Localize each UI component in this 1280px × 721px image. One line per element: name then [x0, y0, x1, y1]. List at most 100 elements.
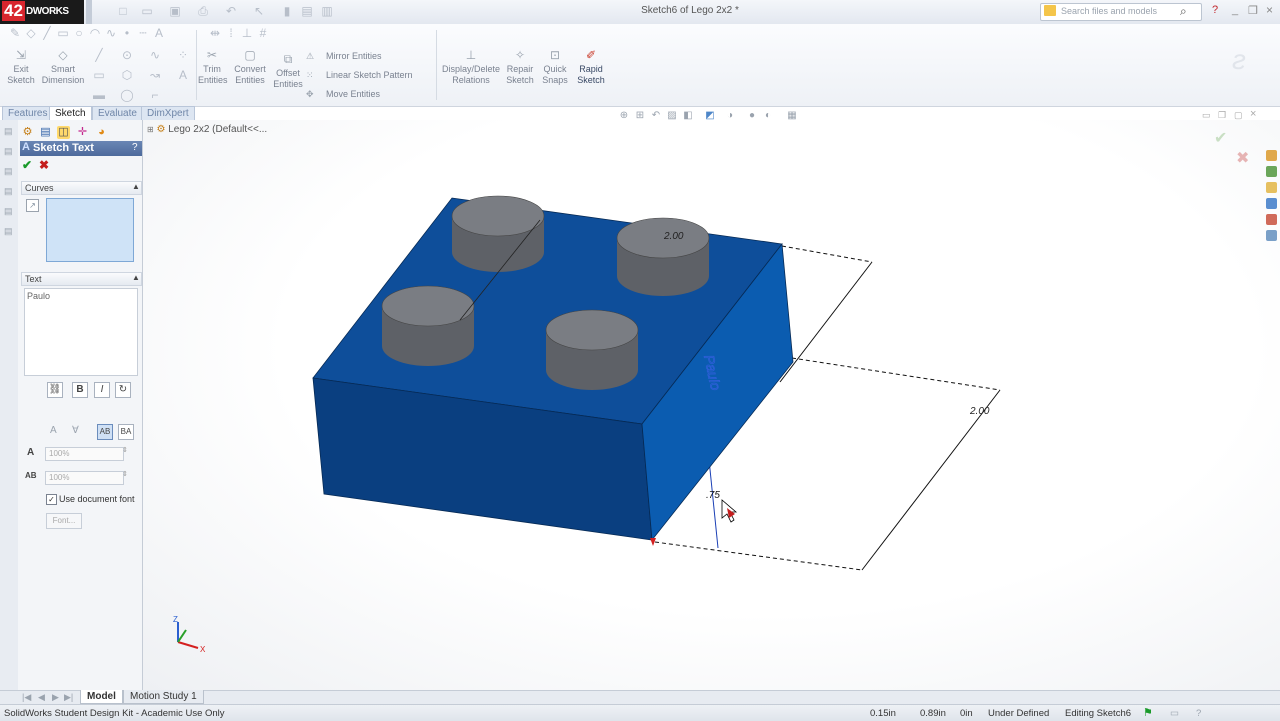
fillet-icon[interactable]: ⌐: [148, 88, 162, 102]
slot-icon[interactable]: ▬: [92, 88, 106, 102]
strip-icon[interactable]: ▤: [4, 226, 13, 237]
rebuild-icon[interactable]: ▮: [280, 4, 294, 18]
exit-sketch-button[interactable]: ⇲ Exit Sketch: [4, 48, 38, 86]
collapse-icon[interactable]: ▲: [132, 182, 140, 191]
convert-entities-button[interactable]: ▢ Convert Entities: [230, 48, 270, 86]
tab-evaluate[interactable]: Evaluate: [92, 106, 143, 120]
circle-icon[interactable]: ⊙: [120, 48, 134, 62]
search-icon[interactable]: ⌕: [1180, 4, 1187, 19]
polygon-icon[interactable]: ⬡: [120, 68, 134, 82]
undo-icon[interactable]: ↶: [224, 4, 238, 18]
strip-icon[interactable]: ▤: [4, 126, 13, 137]
save-icon[interactable]: ▣: [168, 4, 182, 18]
linear-sketch-pattern-button[interactable]: Linear Sketch Pattern: [326, 70, 413, 80]
curves-group-header[interactable]: Curves ▲: [21, 181, 142, 195]
width-factor-input[interactable]: 100%: [45, 447, 124, 461]
arc-small-icon[interactable]: ◠: [88, 26, 102, 40]
open-icon[interactable]: ▭: [140, 4, 154, 18]
text-small-icon[interactable]: A: [152, 26, 166, 40]
mirror-entities-button[interactable]: Mirror Entities: [326, 51, 382, 61]
tab-motion-study[interactable]: Motion Study 1: [123, 690, 204, 704]
text-input[interactable]: Paulo: [24, 288, 138, 376]
app-logo[interactable]: 42 DWORKS: [0, 0, 84, 24]
right-edge-dimension[interactable]: 2.00: [969, 406, 990, 417]
pattern-small-icon[interactable]: ⁞: [224, 26, 238, 40]
help-button[interactable]: ?: [132, 142, 138, 153]
sketch-icon[interactable]: ✎: [8, 26, 22, 40]
spline-icon[interactable]: ↝: [148, 68, 162, 82]
flip-vertical-icon[interactable]: ∀: [72, 425, 79, 436]
offset-entities-button[interactable]: ⧉ Offset Entities: [272, 52, 304, 90]
point-small-icon[interactable]: •: [120, 26, 134, 40]
new-icon[interactable]: □: [116, 4, 130, 18]
units-icon[interactable]: ▭: [1170, 708, 1179, 719]
rect-small-icon[interactable]: ▭: [56, 26, 70, 40]
feature-manager-tab-icon[interactable]: ⚙: [21, 126, 34, 139]
line-icon[interactable]: ╱: [92, 48, 106, 62]
search-input[interactable]: Search files and models: [1040, 3, 1202, 21]
text-icon[interactable]: A: [176, 68, 190, 82]
line-small-icon[interactable]: ╱: [40, 26, 54, 40]
strip-icon[interactable]: ▤: [4, 166, 13, 177]
grid-small-icon[interactable]: #: [256, 26, 270, 40]
ellipse-icon[interactable]: ◯: [120, 88, 134, 102]
status-help-icon[interactable]: ?: [1196, 708, 1201, 719]
centerline-small-icon[interactable]: ┄: [136, 26, 150, 40]
italic-icon[interactable]: I: [94, 382, 110, 398]
configuration-tab-icon[interactable]: ◫: [57, 126, 70, 139]
use-document-font-checkbox[interactable]: ✓: [46, 494, 57, 505]
flip-horizontal-icon[interactable]: AB: [97, 424, 113, 440]
text-group-header[interactable]: Text ▲: [21, 272, 142, 286]
restore-icon[interactable]: ❐: [1248, 4, 1258, 17]
mirror-text-icon[interactable]: BA: [118, 424, 134, 440]
bold-icon[interactable]: B: [72, 382, 88, 398]
options-icon[interactable]: ▥: [320, 4, 334, 18]
strip-icon[interactable]: ▤: [4, 206, 13, 217]
spacing-input[interactable]: 100%: [45, 471, 124, 485]
stud[interactable]: [545, 309, 639, 390]
dimxpert-tab-icon[interactable]: ✛: [76, 126, 89, 139]
property-manager-tab-icon[interactable]: ▤: [39, 126, 52, 139]
point-icon[interactable]: ⁘: [176, 48, 190, 62]
rotate-icon[interactable]: ↻: [115, 382, 131, 398]
repair-sketch-button[interactable]: ✧ Repair Sketch: [504, 48, 536, 86]
display-manager-tab-icon[interactable]: ◕: [95, 126, 108, 139]
curves-selection-box[interactable]: [46, 198, 134, 262]
print-icon[interactable]: ⎙: [196, 4, 210, 18]
mirror-small-icon[interactable]: ⇹: [208, 26, 222, 40]
select-icon[interactable]: ↖: [252, 4, 266, 18]
arc-icon[interactable]: ∿: [148, 48, 162, 62]
rebuild-status-icon[interactable]: ⚑: [1143, 706, 1153, 719]
relations-small-icon[interactable]: ⊥: [240, 26, 254, 40]
smart-dim-small-icon[interactable]: ◇: [24, 26, 38, 40]
minimize-icon[interactable]: _: [1232, 4, 1238, 16]
trim-entities-button[interactable]: ✂ Trim Entities: [198, 48, 228, 86]
strip-icon[interactable]: ▤: [4, 146, 13, 157]
sketch-line[interactable]: [861, 389, 1001, 571]
font-button[interactable]: Font...: [46, 513, 82, 529]
viewport-close-icon[interactable]: ×: [1250, 108, 1256, 120]
stud[interactable]: [381, 285, 475, 366]
tab-features[interactable]: Features: [2, 106, 54, 120]
prev-tab-icon[interactable]: ◀: [38, 692, 45, 703]
link-property-icon[interactable]: ⛓: [47, 382, 63, 398]
tab-sketch[interactable]: Sketch: [49, 106, 92, 120]
sketch-line[interactable]: [779, 261, 873, 383]
display-delete-relations-button[interactable]: ⊥ Display/Delete Relations: [440, 48, 502, 86]
rapid-sketch-button[interactable]: ✐ Rapid Sketch: [574, 48, 608, 86]
rectangle-icon[interactable]: ▭: [92, 68, 106, 82]
file-properties-icon[interactable]: ▤: [300, 4, 314, 18]
spin-arrows-icon[interactable]: ⇕: [122, 470, 128, 478]
spin-arrows-icon[interactable]: ⇕: [122, 446, 128, 454]
stud[interactable]: [451, 195, 545, 272]
model-canvas[interactable]: 2.00 2.00 .75 Paulo Z X: [143, 120, 1280, 690]
cancel-icon[interactable]: ✖: [39, 158, 49, 172]
smart-dimension-button[interactable]: ◇ Smart Dimension: [40, 48, 86, 86]
height-dimension[interactable]: .75: [706, 490, 720, 501]
strip-icon[interactable]: ▤: [4, 186, 13, 197]
last-tab-icon[interactable]: ▶|: [64, 692, 73, 703]
top-edge-dimension[interactable]: 2.00: [663, 231, 684, 242]
collapse-icon[interactable]: ▲: [132, 273, 140, 282]
close-icon[interactable]: ×: [1266, 3, 1273, 17]
tab-dimxpert[interactable]: DimXpert: [141, 106, 195, 120]
